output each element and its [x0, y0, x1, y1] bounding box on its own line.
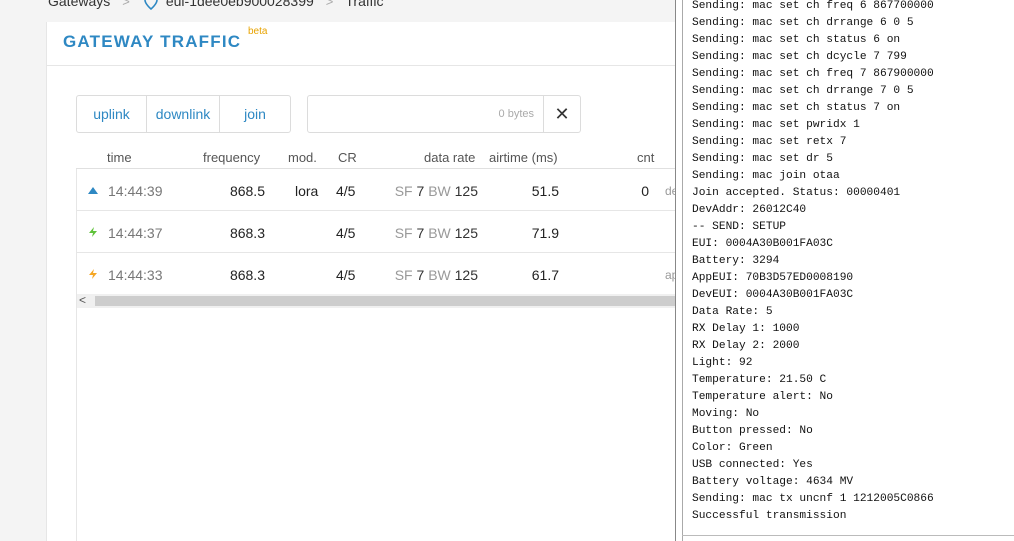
bytes-counter: 0 bytes [498, 108, 534, 120]
downlink-filter-button[interactable]: downlink [147, 96, 220, 132]
breadcrumb: Gateways > eui-1dee0eb900028399 > Traffi… [48, 0, 384, 10]
serial-output-line: Sending: mac set ch status 6 on [692, 34, 901, 46]
join-bolt-icon [89, 227, 97, 237]
table-row[interactable]: 14:44:33 868.3 4/5 SF 7 BW 125 61.7 ap [76, 253, 678, 295]
serial-output-line: Sending: mac set pwridx 1 [692, 119, 860, 131]
ttn-console-page: Gateways > eui-1dee0eb900028399 > Traffi… [0, 0, 1014, 541]
beta-badge: beta [248, 26, 268, 37]
message-type-filters: uplink downlink join [76, 95, 291, 133]
row-coding-rate: 4/5 [336, 183, 356, 199]
serial-output-line: Sending: mac set retx 7 [692, 136, 847, 148]
traffic-table: 14:44:39 868.5 lora 4/5 SF 7 BW 125 51.5… [76, 168, 678, 295]
column-count: cnt [637, 150, 655, 165]
horizontal-scrollbar[interactable]: < [76, 293, 677, 308]
serial-output-line: Data Rate: 5 [692, 306, 773, 318]
row-coding-rate: 4/5 [336, 225, 356, 241]
column-data-rate: data rate [424, 150, 476, 165]
breadcrumb-separator: > [122, 0, 130, 9]
serial-output-line: Sending: mac tx uncnf 1 1212005C0866 [692, 493, 934, 505]
left-gutter [0, 22, 46, 541]
page-title: GATEWAY TRAFFIC [63, 32, 242, 51]
serial-output-line: Sending: mac set ch status 7 on [692, 102, 901, 114]
serial-output-line: Battery voltage: 4634 MV [692, 476, 854, 488]
serial-output-line: Sending: mac set ch dcycle 7 799 [692, 51, 907, 63]
breadcrumb-gateway-id[interactable]: eui-1dee0eb900028399 [166, 0, 314, 9]
breadcrumb-separator: > [325, 0, 334, 9]
join-filter-button[interactable]: join [220, 96, 290, 132]
serial-output-line: Light: 92 [692, 357, 753, 369]
row-airtime: 71.9 [531, 225, 559, 241]
serial-output-line: Successful transmission [692, 510, 847, 522]
serial-output-line: Button pressed: No [692, 425, 813, 437]
row-coding-rate: 4/5 [336, 267, 356, 283]
serial-output-line: Join accepted. Status: 00000401 [692, 187, 901, 199]
serial-output-line: Temperature: 21.50 C [692, 374, 827, 386]
column-time: time [107, 150, 132, 165]
serial-output-pane[interactable]: Sending: mac set ch freq 6 867700000 Send… [682, 0, 1014, 541]
serial-output-line: EUI: 0004A30B001FA03C [692, 238, 833, 250]
column-modulation: mod. [288, 150, 317, 165]
serial-output-border [682, 535, 1014, 536]
row-data-rate: SF 7 BW 125 [394, 183, 478, 199]
uplink-triangle-icon [88, 187, 98, 194]
gateway-traffic-card: GATEWAY TRAFFIC beta uplink downlink joi… [46, 22, 686, 541]
table-row[interactable]: 14:44:39 868.5 lora 4/5 SF 7 BW 125 51.5… [76, 169, 678, 211]
serial-output-line: RX Delay 1: 1000 [692, 323, 800, 335]
row-modulation: lora [295, 183, 319, 199]
serial-monitor-window: Sending: mac set ch freq 6 867700000 Send… [675, 0, 1014, 541]
row-frequency: 868.3 [229, 267, 265, 283]
uplink-filter-button[interactable]: uplink [77, 96, 147, 132]
row-count: 0 [641, 183, 649, 199]
scrollbar-thumb[interactable] [95, 296, 677, 306]
serial-output-line: DevEUI: 0004A30B001FA03C [692, 289, 854, 301]
table-header: time frequency mod. CR data rate airtime… [76, 150, 676, 168]
row-time: 14:44:33 [108, 267, 163, 283]
breadcrumb-gateways[interactable]: Gateways [48, 0, 110, 9]
row-frequency: 868.5 [229, 183, 265, 199]
row-airtime: 51.5 [531, 183, 559, 199]
scroll-left-arrow-icon[interactable]: < [79, 293, 86, 307]
serial-output-line: -- SEND: SETUP [692, 221, 786, 233]
table-left-border [76, 308, 77, 541]
serial-output-line: Battery: 3294 [692, 255, 780, 267]
row-airtime: 61.7 [531, 267, 559, 283]
serial-output-line: Sending: mac join otaa [692, 170, 840, 182]
serial-output-line: Temperature alert: No [692, 391, 833, 403]
row-data-rate: SF 7 BW 125 [394, 225, 478, 241]
table-row[interactable]: 14:44:37 868.3 4/5 SF 7 BW 125 71.9 [76, 211, 676, 253]
serial-output-line: DevAddr: 26012C40 [692, 204, 807, 216]
serial-output-line: AppEUI: 70B3D57ED0008190 [692, 272, 854, 284]
row-time: 14:44:37 [108, 225, 163, 241]
breadcrumb-traffic: Traffic [345, 0, 384, 9]
serial-output-line: Moving: No [692, 408, 760, 420]
column-frequency: frequency [203, 150, 261, 165]
serial-output-line: Color: Green [692, 442, 773, 454]
serial-output-line: Sending: mac set dr 5 [692, 153, 833, 165]
serial-output-line: USB connected: Yes [692, 459, 813, 471]
column-coding-rate: CR [338, 150, 357, 165]
serial-output-line: Sending: mac set ch drrange 6 0 5 [692, 17, 914, 29]
row-time: 14:44:39 [108, 183, 163, 199]
serial-output-line: Sending: mac set ch freq 7 867900000 [692, 68, 934, 80]
traffic-size-box: 0 bytes ✕ [307, 95, 581, 133]
serial-output-line: RX Delay 2: 2000 [692, 340, 800, 352]
gateway-icon [144, 0, 158, 10]
serial-output-text: Sending: mac set ch freq 6 867700000 Send… [692, 0, 934, 525]
row-frequency: 868.3 [229, 225, 265, 241]
serial-output-line: Sending: mac set ch freq 6 867700000 [692, 0, 934, 12]
serial-output-line: Sending: mac set ch drrange 7 0 5 [692, 85, 914, 97]
row-data-rate: SF 7 BW 125 [394, 267, 478, 283]
column-airtime: airtime (ms) [489, 150, 558, 165]
card-header: GATEWAY TRAFFIC beta [47, 22, 686, 66]
clear-traffic-button[interactable]: ✕ [543, 96, 580, 132]
join-accept-bolt-icon [89, 269, 97, 279]
